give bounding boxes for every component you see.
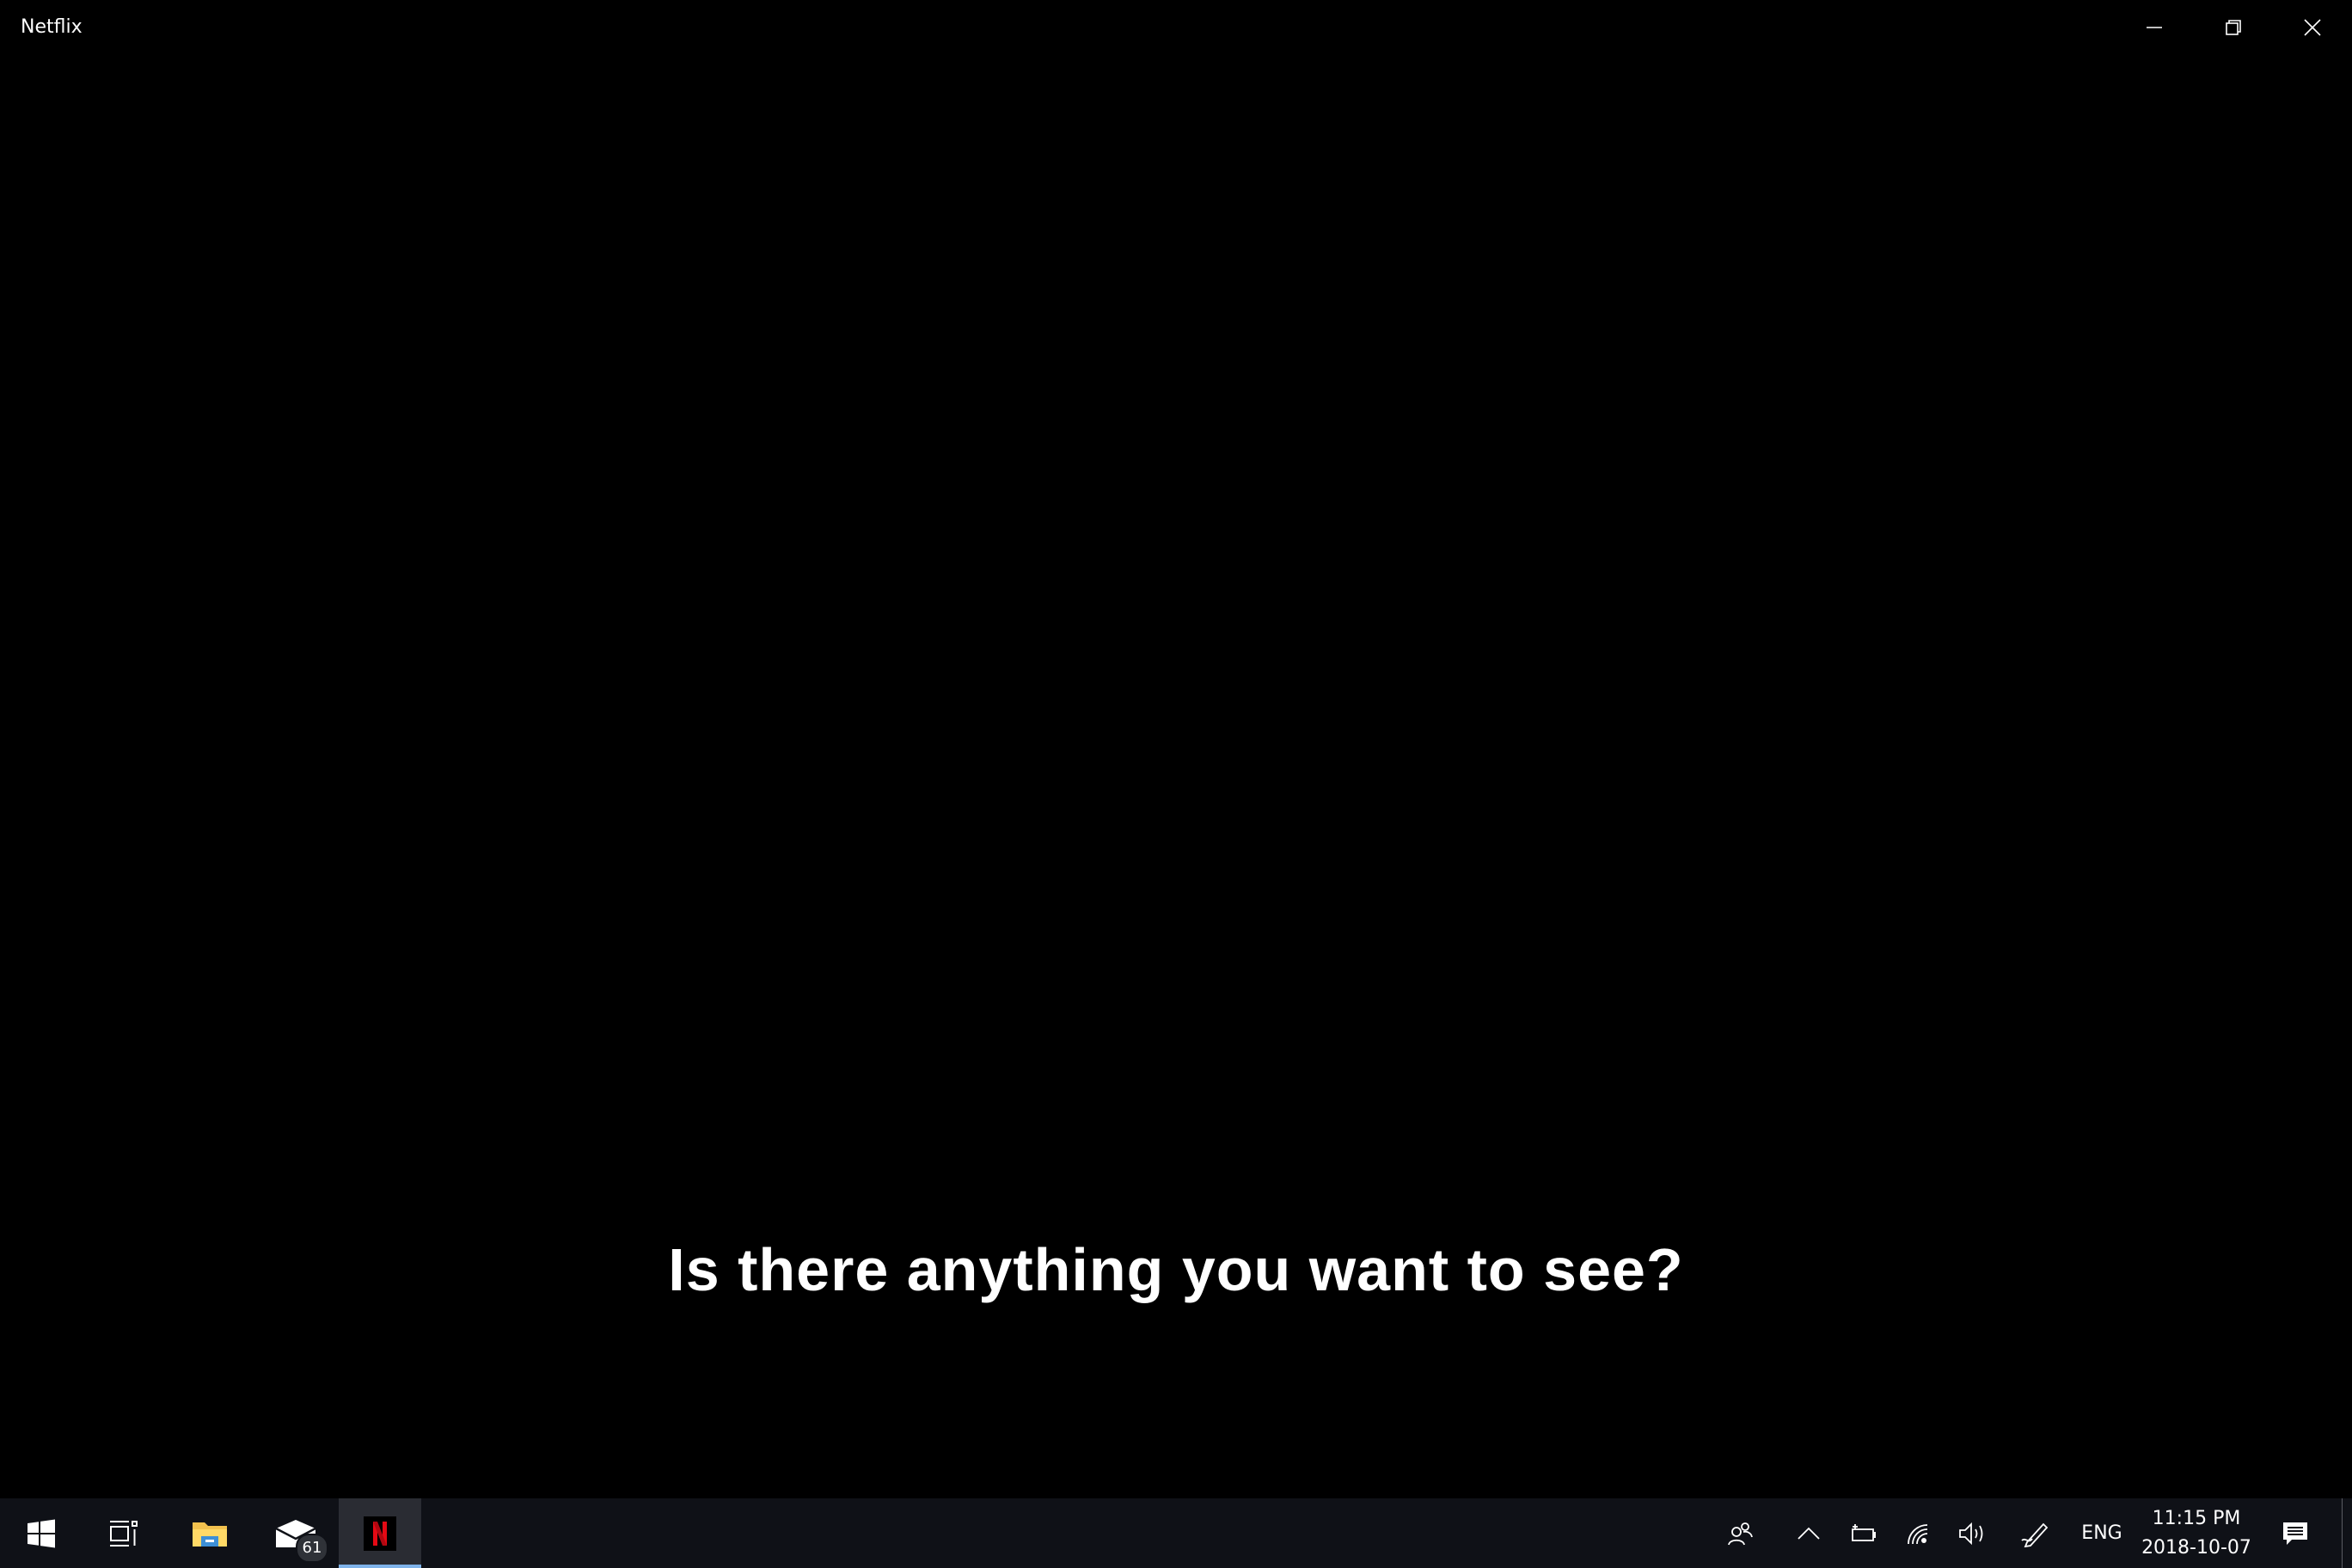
video-subtitle: Is there anything you want to see? <box>668 1236 1684 1303</box>
pen-icon <box>2021 1522 2049 1547</box>
minimize-icon <box>2147 27 2162 28</box>
windows-ink-button[interactable] <box>2012 1498 2060 1568</box>
start-button[interactable] <box>0 1498 83 1568</box>
minimize-button[interactable] <box>2115 0 2194 55</box>
notification-icon <box>2283 1522 2307 1545</box>
netflix-n-logo <box>373 1521 387 1546</box>
file-explorer-button[interactable] <box>168 1498 251 1568</box>
mail-button[interactable]: 61 <box>254 1498 337 1568</box>
folder-icon <box>193 1522 227 1547</box>
clock-time: 11:15 PM <box>2152 1507 2241 1529</box>
restore-button[interactable] <box>2194 0 2273 55</box>
title-bar[interactable]: Netflix <box>0 0 2352 55</box>
chevron-up-icon <box>1798 1527 1820 1540</box>
network-button[interactable] <box>1895 1498 1943 1568</box>
wifi-icon <box>1908 1523 1928 1544</box>
mail-unread-badge: 61 <box>296 1534 328 1563</box>
windows-logo-icon <box>28 1519 55 1547</box>
window-title: Netflix <box>21 16 83 38</box>
clock-date: 2018-10-07 <box>2141 1536 2251 1559</box>
taskbar: 61 ENG 11:15 PM 2018-10-07 <box>0 1498 2352 1568</box>
people-button[interactable] <box>1716 1498 1764 1568</box>
restore-icon <box>2226 20 2241 35</box>
close-button[interactable] <box>2273 0 2352 55</box>
show-desktop-button[interactable] <box>2342 1498 2352 1568</box>
netflix-window: Netflix Is there anything you want to se… <box>0 0 2352 1498</box>
task-view-button[interactable] <box>83 1498 165 1568</box>
volume-button[interactable] <box>1948 1498 1996 1568</box>
people-icon <box>1728 1522 1753 1545</box>
battery-charging-icon <box>1852 1523 1876 1541</box>
netflix-icon <box>364 1516 396 1551</box>
action-center-button[interactable] <box>2269 1498 2321 1568</box>
input-language-indicator[interactable]: ENG <box>2072 1498 2132 1568</box>
battery-button[interactable] <box>1840 1498 1888 1568</box>
task-view-icon <box>110 1520 138 1547</box>
active-indicator <box>339 1565 421 1568</box>
clock[interactable]: 11:15 PM 2018-10-07 <box>2132 1498 2261 1568</box>
show-hidden-icons-button[interactable] <box>1785 1498 1833 1568</box>
netflix-taskbar-button[interactable] <box>339 1498 421 1568</box>
close-icon <box>2304 19 2321 36</box>
volume-icon <box>1959 1522 1983 1545</box>
